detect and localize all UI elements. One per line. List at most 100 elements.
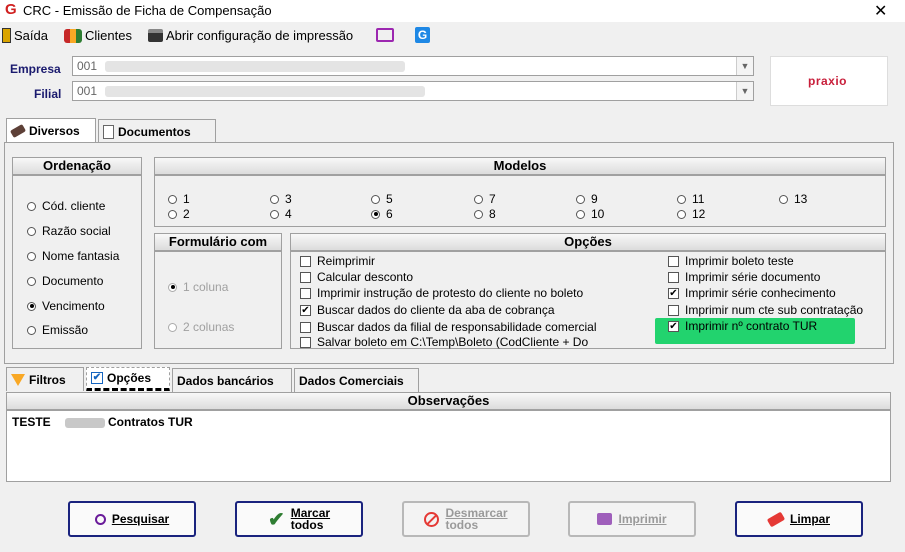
print-config-label: Abrir configuração de impressão: [166, 28, 354, 43]
radio-label: Nome fantasia: [42, 249, 120, 263]
radio-nome-fantasia[interactable]: Nome fantasia: [27, 249, 119, 263]
radio-label: 3: [285, 192, 292, 206]
chevron-down-icon[interactable]: ▼: [736, 57, 753, 75]
radio-modelo-6[interactable]: 6: [371, 207, 393, 221]
chk-label: Imprimir série conhecimento: [685, 286, 836, 300]
chk-calcular-desconto[interactable]: Calcular desconto: [300, 269, 413, 285]
radio-label: Cód. cliente: [42, 199, 106, 213]
close-button[interactable]: ✕: [874, 1, 887, 21]
chk-label: Reimprimir: [317, 254, 375, 268]
redacted-text: [105, 61, 405, 72]
imprimir-label: Imprimir: [618, 512, 667, 526]
pesquisar-label: Pesquisar: [111, 512, 170, 526]
observacoes-textarea[interactable]: TESTE Contratos TUR: [6, 410, 891, 482]
radio-label: 6: [386, 207, 393, 221]
chk-imprimir-instrucao-protesto[interactable]: Imprimir instrução de protesto do client…: [300, 285, 583, 301]
radio-documento[interactable]: Documento: [27, 274, 103, 288]
chk-label: Buscar dados da filial de responsabilida…: [317, 320, 597, 334]
radio-cod-cliente[interactable]: Cód. cliente: [27, 199, 105, 213]
radio-modelo-2[interactable]: 2: [168, 207, 190, 221]
ordenacao-header: Ordenação: [12, 157, 142, 175]
desmarcar-todos-button[interactable]: Desmarcar todos: [402, 501, 530, 537]
chk-imprimir-serie-documento[interactable]: Imprimir série documento: [668, 269, 820, 285]
document-icon: [103, 124, 114, 139]
radio-label: 10: [591, 207, 605, 221]
empresa-combo[interactable]: 001 ▼: [72, 56, 754, 76]
saida-label: Saída: [14, 28, 48, 43]
filial-combo[interactable]: 001 ▼: [72, 81, 754, 101]
chk-imprimir-num-cte[interactable]: Imprimir num cte sub contratação: [668, 302, 863, 318]
chk-imprimir-contrato-tur[interactable]: ✔ Imprimir nº contrato TUR: [668, 318, 817, 334]
tab-opcoes-label: Opções: [107, 371, 152, 385]
radio-modelo-13[interactable]: 13: [779, 192, 807, 206]
radio-vencimento[interactable]: Vencimento: [27, 299, 105, 313]
radio-label: Documento: [42, 274, 104, 288]
chk-reimprimir[interactable]: Reimprimir: [300, 253, 375, 269]
tab-documentos-label: Documentos: [118, 124, 191, 139]
chk-label: Imprimir nº contrato TUR: [685, 319, 818, 333]
radio-modelo-10[interactable]: 10: [576, 207, 604, 221]
radio-modelo-8[interactable]: 8: [474, 207, 496, 221]
radio-modelo-4[interactable]: 4: [270, 207, 292, 221]
radio-emissao[interactable]: Emissão: [27, 323, 88, 337]
radio-modelo-5[interactable]: 5: [371, 192, 393, 206]
radio-label: 4: [285, 207, 292, 221]
radio-2-colunas[interactable]: 2 colunas: [168, 320, 234, 334]
limpar-label: Limpar: [789, 512, 830, 526]
radio-modelo-3[interactable]: 3: [270, 192, 292, 206]
monitor-icon[interactable]: [376, 28, 394, 42]
exit-door-icon: [2, 28, 11, 43]
clients-icon: [64, 28, 82, 43]
radio-label: 12: [692, 207, 706, 221]
chk-label: Imprimir série documento: [685, 270, 821, 284]
tab-filtros[interactable]: Filtros: [6, 367, 84, 391]
chk-label: Calcular desconto: [317, 270, 414, 284]
tab-documentos[interactable]: Documentos: [98, 119, 216, 143]
limpar-button[interactable]: Limpar: [735, 501, 863, 537]
saida-button[interactable]: Saída: [2, 28, 48, 43]
tab-dados-comerciais-label: Dados Comerciais: [299, 373, 404, 388]
chk-label: Buscar dados do cliente da aba de cobran…: [317, 303, 555, 317]
print-config-button[interactable]: Abrir configuração de impressão: [148, 28, 353, 43]
pesquisar-button[interactable]: Pesquisar: [68, 501, 196, 537]
chk-salvar-boleto[interactable]: Salvar boleto em C:\Temp\Boleto (CodClie…: [300, 334, 588, 350]
radio-1-coluna[interactable]: 1 coluna: [168, 280, 228, 294]
marcar-todos-button[interactable]: ✔ Marcar todos: [235, 501, 363, 537]
tab-dados-comerciais[interactable]: Dados Comerciais: [294, 368, 419, 392]
app-g-icon[interactable]: G: [415, 27, 430, 43]
search-icon: [94, 513, 106, 525]
tab-opcoes[interactable]: ✔ Opções: [86, 367, 170, 391]
empresa-label: Empresa: [10, 62, 61, 76]
radio-label: 1: [183, 192, 190, 206]
chevron-down-icon[interactable]: ▼: [736, 82, 753, 100]
radio-modelo-12[interactable]: 12: [677, 207, 705, 221]
radio-modelo-9[interactable]: 9: [576, 192, 598, 206]
radio-label: 11: [692, 192, 705, 206]
chk-label: Imprimir instrução de protesto do client…: [317, 286, 584, 300]
radio-label: Vencimento: [42, 299, 105, 313]
radio-label: 1 coluna: [183, 280, 229, 294]
tab-dados-bancarios-label: Dados bancários: [177, 373, 274, 388]
observacoes-header: Observações: [6, 392, 891, 410]
radio-label: 8: [489, 207, 496, 221]
opcoes-header: Opções: [290, 233, 886, 251]
filial-value: 001: [77, 84, 98, 98]
radio-label: 9: [591, 192, 598, 206]
radio-modelo-1[interactable]: 1: [168, 192, 190, 206]
formulario-header: Formulário com: [154, 233, 282, 251]
radio-label: 7: [489, 192, 496, 206]
chk-buscar-dados-cliente[interactable]: ✔ Buscar dados do cliente da aba de cobra…: [300, 302, 555, 318]
tab-dados-bancarios[interactable]: Dados bancários: [172, 368, 292, 392]
imprimir-button[interactable]: Imprimir: [568, 501, 696, 537]
chk-imprimir-serie-conhecimento[interactable]: ✔ Imprimir série conhecimento: [668, 285, 836, 301]
radio-label: 2 colunas: [183, 320, 235, 334]
filter-icon: [11, 373, 25, 386]
radio-label: Razão social: [42, 224, 111, 238]
chk-buscar-dados-filial[interactable]: Buscar dados da filial de responsabilida…: [300, 319, 597, 335]
radio-razao-social[interactable]: Razão social: [27, 224, 111, 238]
clientes-button[interactable]: Clientes: [64, 28, 132, 43]
tab-diversos[interactable]: Diversos: [6, 118, 96, 142]
chk-imprimir-boleto-teste[interactable]: Imprimir boleto teste: [668, 253, 794, 269]
radio-modelo-7[interactable]: 7: [474, 192, 496, 206]
radio-modelo-11[interactable]: 11: [677, 192, 704, 206]
